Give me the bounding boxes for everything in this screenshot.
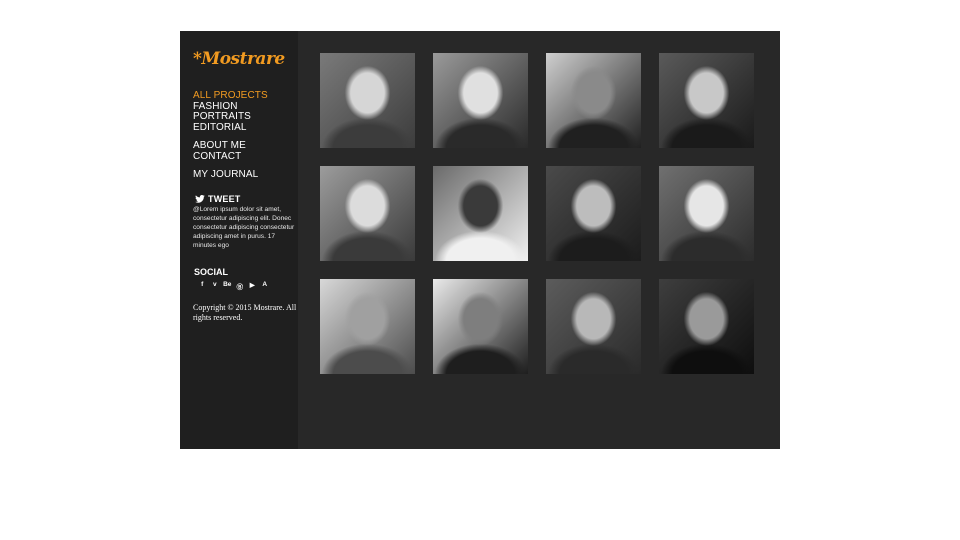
social-title: SOCIAL: [194, 267, 229, 277]
gallery-photo[interactable]: [659, 53, 754, 148]
tweet-title: TWEET: [208, 194, 241, 204]
primary-nav: ALL PROJECTS FASHION PORTRAITS EDITORIAL: [193, 90, 268, 134]
gallery-grid: [320, 53, 754, 374]
nav-item-about-me[interactable]: ABOUT ME: [193, 140, 246, 152]
gallery-photo[interactable]: [546, 279, 641, 374]
nav-item-contact[interactable]: CONTACT: [193, 151, 246, 163]
gallery-photo[interactable]: [320, 279, 415, 374]
sidebar: *Mostrare ALL PROJECTS FASHION PORTRAITS…: [180, 31, 298, 449]
gallery-photo[interactable]: [433, 53, 528, 148]
facebook-icon[interactable]: f: [196, 281, 209, 291]
social-icons: f v Be Ⓑ ▶ A: [196, 281, 271, 291]
vimeo-icon[interactable]: v: [209, 281, 222, 291]
gallery-photo[interactable]: [320, 166, 415, 261]
secondary-nav: ABOUT ME CONTACT: [193, 140, 246, 163]
gallery-photo[interactable]: [546, 166, 641, 261]
gallery-photo[interactable]: [320, 53, 415, 148]
dribbble-icon[interactable]: Ⓑ: [234, 281, 247, 291]
tertiary-nav: MY JOURNAL: [193, 169, 258, 181]
tweet-header: TWEET: [195, 194, 241, 204]
nav-item-all-projects[interactable]: ALL PROJECTS: [193, 90, 268, 102]
site-logo[interactable]: *Mostrare: [193, 49, 285, 69]
youtube-icon[interactable]: ▶: [246, 281, 259, 291]
gallery-photo[interactable]: [659, 279, 754, 374]
flickr-icon[interactable]: A: [259, 281, 272, 291]
twitter-bird-icon: [195, 195, 205, 203]
gallery-photo[interactable]: [433, 166, 528, 261]
nav-item-editorial[interactable]: EDITORIAL: [193, 122, 268, 134]
gallery-photo[interactable]: [433, 279, 528, 374]
gallery-photo[interactable]: [659, 166, 754, 261]
tweet-text: @Lorem ipsum dolor sit amet, consectetur…: [193, 206, 295, 249]
nav-item-my-journal[interactable]: MY JOURNAL: [193, 169, 258, 181]
copyright-text: Copyright © 2015 Mostrare. All rights re…: [193, 303, 297, 322]
gallery-photo[interactable]: [546, 53, 641, 148]
nav-item-portraits[interactable]: PORTRAITS: [193, 111, 268, 123]
site-container: *Mostrare ALL PROJECTS FASHION PORTRAITS…: [180, 31, 780, 449]
behance-icon[interactable]: Be: [221, 281, 234, 291]
